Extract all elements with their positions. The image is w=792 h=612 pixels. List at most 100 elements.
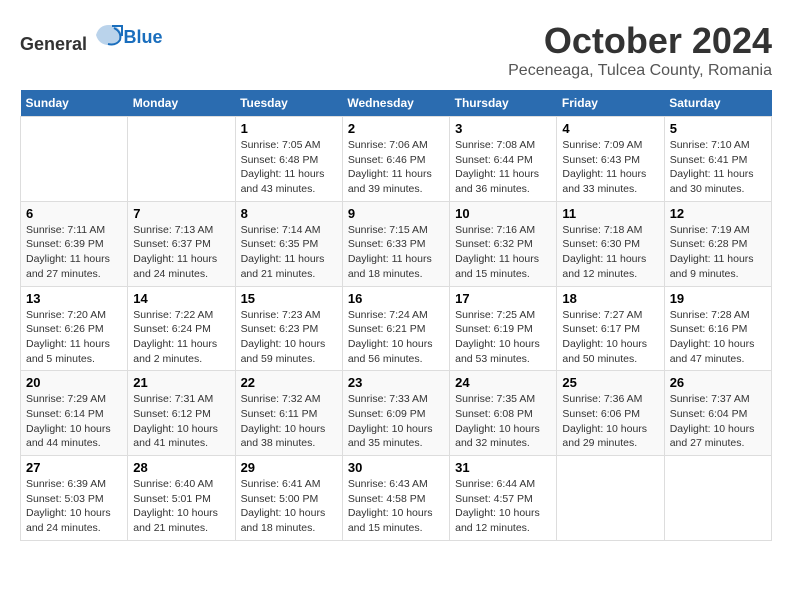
day-detail: Sunrise: 7:06 AM Sunset: 6:46 PM Dayligh…: [348, 138, 444, 197]
calendar-cell: 30 Sunrise: 6:43 AM Sunset: 4:58 PM Dayli…: [342, 456, 449, 541]
calendar-cell: 25Sunrise: 7:36 AM Sunset: 6:06 PM Dayli…: [557, 371, 664, 456]
calendar-cell: 22Sunrise: 7:32 AM Sunset: 6:11 PM Dayli…: [235, 371, 342, 456]
day-detail: Sunrise: 6:40 AM Sunset: 5:01 PM Dayligh…: [133, 477, 229, 536]
day-detail: Sunrise: 7:09 AM Sunset: 6:43 PM Dayligh…: [562, 138, 658, 197]
logo-blue: Blue: [124, 27, 163, 48]
day-number: 30: [348, 460, 444, 475]
calendar-cell: [664, 456, 771, 541]
header: General Blue October 2024 Peceneaga, Tul…: [20, 20, 772, 80]
day-number: 26: [670, 375, 766, 390]
weekday-header-row: SundayMondayTuesdayWednesdayThursdayFrid…: [21, 90, 772, 117]
logo: General Blue: [20, 20, 163, 55]
day-detail: Sunrise: 7:13 AM Sunset: 6:37 PM Dayligh…: [133, 223, 229, 282]
day-number: 1: [241, 121, 337, 136]
calendar-cell: 3Sunrise: 7:08 AM Sunset: 6:44 PM Daylig…: [450, 117, 557, 202]
day-number: 31: [455, 460, 551, 475]
day-detail: Sunrise: 7:18 AM Sunset: 6:30 PM Dayligh…: [562, 223, 658, 282]
calendar-cell: 23Sunrise: 7:33 AM Sunset: 6:09 PM Dayli…: [342, 371, 449, 456]
calendar-cell: 29 Sunrise: 6:41 AM Sunset: 5:00 PM Dayli…: [235, 456, 342, 541]
calendar-cell: 14Sunrise: 7:22 AM Sunset: 6:24 PM Dayli…: [128, 286, 235, 371]
day-number: 28: [133, 460, 229, 475]
day-number: 12: [670, 206, 766, 221]
day-number: 24: [455, 375, 551, 390]
day-detail: Sunrise: 7:16 AM Sunset: 6:32 PM Dayligh…: [455, 223, 551, 282]
day-number: 13: [26, 291, 122, 306]
week-row-1: 1 Sunrise: 7:05 AM Sunset: 6:48 PM Daylig…: [21, 117, 772, 202]
week-row-3: 13 Sunrise: 7:20 AM Sunset: 6:26 PM Dayli…: [21, 286, 772, 371]
week-row-2: 6Sunrise: 7:11 AM Sunset: 6:39 PM Daylig…: [21, 201, 772, 286]
day-number: 15: [241, 291, 337, 306]
calendar-cell: 4 Sunrise: 7:09 AM Sunset: 6:43 PM Daylig…: [557, 117, 664, 202]
day-number: 18: [562, 291, 658, 306]
calendar-table: SundayMondayTuesdayWednesdayThursdayFrid…: [20, 90, 772, 541]
day-number: 10: [455, 206, 551, 221]
calendar-cell: 15 Sunrise: 7:23 AM Sunset: 6:23 PM Dayli…: [235, 286, 342, 371]
weekday-header-monday: Monday: [128, 90, 235, 117]
calendar-cell: 6Sunrise: 7:11 AM Sunset: 6:39 PM Daylig…: [21, 201, 128, 286]
day-number: 4: [562, 121, 658, 136]
calendar-cell: 31 Sunrise: 6:44 AM Sunset: 4:57 PM Dayli…: [450, 456, 557, 541]
day-number: 19: [670, 291, 766, 306]
weekday-header-wednesday: Wednesday: [342, 90, 449, 117]
day-detail: Sunrise: 6:41 AM Sunset: 5:00 PM Dayligh…: [241, 477, 337, 536]
day-detail: Sunrise: 7:35 AM Sunset: 6:08 PM Dayligh…: [455, 392, 551, 451]
day-detail: Sunrise: 7:29 AM Sunset: 6:14 PM Dayligh…: [26, 392, 122, 451]
weekday-header-tuesday: Tuesday: [235, 90, 342, 117]
day-number: 29: [241, 460, 337, 475]
day-detail: Sunrise: 7:37 AM Sunset: 6:04 PM Dayligh…: [670, 392, 766, 451]
week-row-5: 27 Sunrise: 6:39 AM Sunset: 5:03 PM Dayli…: [21, 456, 772, 541]
day-detail: Sunrise: 7:05 AM Sunset: 6:48 PM Dayligh…: [241, 138, 337, 197]
day-detail: Sunrise: 7:20 AM Sunset: 6:26 PM Dayligh…: [26, 308, 122, 367]
calendar-cell: 7Sunrise: 7:13 AM Sunset: 6:37 PM Daylig…: [128, 201, 235, 286]
day-number: 17: [455, 291, 551, 306]
day-number: 2: [348, 121, 444, 136]
day-number: 3: [455, 121, 551, 136]
day-detail: Sunrise: 7:14 AM Sunset: 6:35 PM Dayligh…: [241, 223, 337, 282]
day-detail: Sunrise: 7:28 AM Sunset: 6:16 PM Dayligh…: [670, 308, 766, 367]
day-detail: Sunrise: 6:44 AM Sunset: 4:57 PM Dayligh…: [455, 477, 551, 536]
calendar-cell: 27 Sunrise: 6:39 AM Sunset: 5:03 PM Dayli…: [21, 456, 128, 541]
calendar-cell: 20 Sunrise: 7:29 AM Sunset: 6:14 PM Dayli…: [21, 371, 128, 456]
calendar-cell: 2 Sunrise: 7:06 AM Sunset: 6:46 PM Daylig…: [342, 117, 449, 202]
day-number: 5: [670, 121, 766, 136]
calendar-cell: [557, 456, 664, 541]
calendar-cell: [21, 117, 128, 202]
calendar-cell: 12Sunrise: 7:19 AM Sunset: 6:28 PM Dayli…: [664, 201, 771, 286]
day-detail: Sunrise: 7:11 AM Sunset: 6:39 PM Dayligh…: [26, 223, 122, 282]
calendar-cell: 17 Sunrise: 7:25 AM Sunset: 6:19 PM Dayli…: [450, 286, 557, 371]
day-number: 11: [562, 206, 658, 221]
calendar-cell: 10 Sunrise: 7:16 AM Sunset: 6:32 PM Dayli…: [450, 201, 557, 286]
day-number: 14: [133, 291, 229, 306]
day-detail: Sunrise: 7:27 AM Sunset: 6:17 PM Dayligh…: [562, 308, 658, 367]
day-detail: Sunrise: 7:31 AM Sunset: 6:12 PM Dayligh…: [133, 392, 229, 451]
title-area: October 2024 Peceneaga, Tulcea County, R…: [508, 20, 772, 80]
calendar-cell: 1 Sunrise: 7:05 AM Sunset: 6:48 PM Daylig…: [235, 117, 342, 202]
day-number: 21: [133, 375, 229, 390]
calendar-cell: 19 Sunrise: 7:28 AM Sunset: 6:16 PM Dayli…: [664, 286, 771, 371]
day-detail: Sunrise: 6:39 AM Sunset: 5:03 PM Dayligh…: [26, 477, 122, 536]
calendar-cell: [128, 117, 235, 202]
day-detail: Sunrise: 7:15 AM Sunset: 6:33 PM Dayligh…: [348, 223, 444, 282]
calendar-cell: 18 Sunrise: 7:27 AM Sunset: 6:17 PM Dayli…: [557, 286, 664, 371]
day-detail: Sunrise: 7:36 AM Sunset: 6:06 PM Dayligh…: [562, 392, 658, 451]
weekday-header-saturday: Saturday: [664, 90, 771, 117]
day-detail: Sunrise: 7:25 AM Sunset: 6:19 PM Dayligh…: [455, 308, 551, 367]
calendar-cell: 28 Sunrise: 6:40 AM Sunset: 5:01 PM Dayli…: [128, 456, 235, 541]
day-detail: Sunrise: 7:32 AM Sunset: 6:11 PM Dayligh…: [241, 392, 337, 451]
day-number: 9: [348, 206, 444, 221]
logo-icon: [94, 20, 124, 50]
location-subtitle: Peceneaga, Tulcea County, Romania: [508, 62, 772, 80]
day-number: 27: [26, 460, 122, 475]
calendar-cell: 11 Sunrise: 7:18 AM Sunset: 6:30 PM Dayli…: [557, 201, 664, 286]
weekday-header-sunday: Sunday: [21, 90, 128, 117]
day-number: 20: [26, 375, 122, 390]
calendar-cell: 13 Sunrise: 7:20 AM Sunset: 6:26 PM Dayli…: [21, 286, 128, 371]
day-number: 23: [348, 375, 444, 390]
logo-general: General: [20, 34, 87, 54]
calendar-cell: 5Sunrise: 7:10 AM Sunset: 6:41 PM Daylig…: [664, 117, 771, 202]
weekday-header-friday: Friday: [557, 90, 664, 117]
day-detail: Sunrise: 6:43 AM Sunset: 4:58 PM Dayligh…: [348, 477, 444, 536]
day-detail: Sunrise: 7:23 AM Sunset: 6:23 PM Dayligh…: [241, 308, 337, 367]
calendar-cell: 16Sunrise: 7:24 AM Sunset: 6:21 PM Dayli…: [342, 286, 449, 371]
calendar-cell: 8Sunrise: 7:14 AM Sunset: 6:35 PM Daylig…: [235, 201, 342, 286]
